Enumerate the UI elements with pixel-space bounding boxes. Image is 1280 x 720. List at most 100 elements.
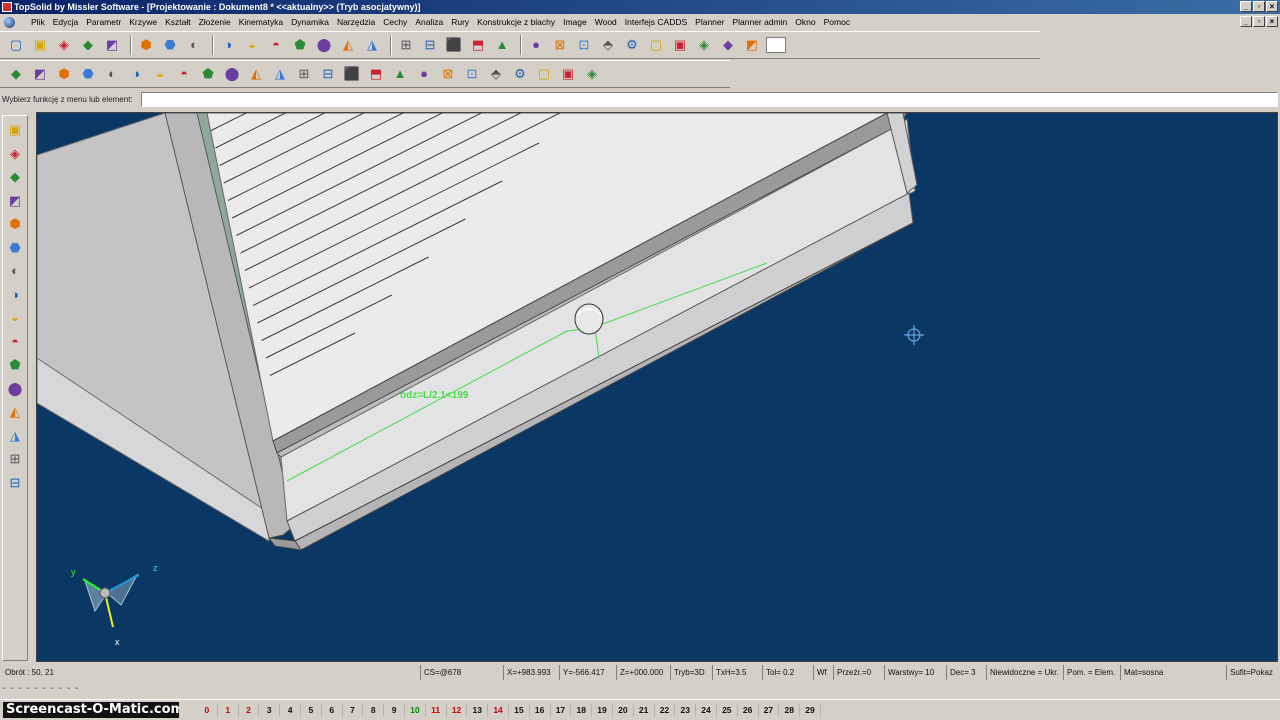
layer-button[interactable]: 26 [738, 703, 759, 717]
menu-kinematyka[interactable]: Kinematyka [235, 14, 287, 30]
layer-button[interactable]: 10 [405, 703, 426, 717]
layer-button[interactable]: 27 [759, 703, 780, 717]
zoom-icon[interactable]: ● [526, 35, 546, 55]
tool-b-icon[interactable]: ⬟ [290, 35, 310, 55]
material-icon[interactable]: ▣ [558, 64, 578, 84]
menu-analiza[interactable]: Analiza [411, 14, 447, 30]
layer-button[interactable]: 12 [447, 703, 468, 717]
shape-2-icon[interactable]: ◩ [30, 64, 50, 84]
shape-6-icon[interactable]: ◑ [126, 64, 146, 84]
shape-7-icon[interactable]: ◒ [150, 64, 170, 84]
layer-button[interactable]: 2 [239, 703, 260, 717]
layer-button[interactable]: 21 [634, 703, 655, 717]
layer-button[interactable]: 14 [488, 703, 509, 717]
layer-b-icon[interactable]: ◈ [694, 35, 714, 55]
column-icon[interactable]: ⊞ [5, 449, 25, 469]
menu-cechy[interactable]: Cechy [379, 14, 411, 30]
shape-12-icon[interactable]: ◮ [270, 64, 290, 84]
info-icon[interactable]: ◆ [78, 35, 98, 55]
layer-button[interactable]: 16 [530, 703, 551, 717]
menu-planner-admin[interactable]: Planner admin [728, 14, 791, 30]
tool-a-icon[interactable]: ◓ [266, 35, 286, 55]
paint-icon[interactable]: ⬢ [5, 214, 25, 234]
pencil-icon[interactable]: ▣ [5, 120, 25, 140]
cone-icon[interactable]: ⊡ [462, 64, 482, 84]
undo-icon[interactable]: ⬣ [160, 35, 180, 55]
part-icon[interactable]: ◓ [5, 332, 25, 352]
menu-kszta-t[interactable]: Kształt [161, 14, 195, 30]
menu-interfejs-cadds[interactable]: Interfejs CADDS [621, 14, 691, 30]
sphere-icon[interactable]: ⬘ [486, 64, 506, 84]
layer-button[interactable]: 29 [800, 703, 821, 717]
cylinder-icon[interactable]: ⊠ [438, 64, 458, 84]
layer-button[interactable]: 25 [717, 703, 738, 717]
render-icon[interactable]: ▢ [646, 35, 666, 55]
shape-14-icon[interactable]: ⊟ [318, 64, 338, 84]
open-folder-icon[interactable]: ▣ [30, 35, 50, 55]
doc-restore-button[interactable]: ▫ [1253, 16, 1265, 27]
delete-icon[interactable]: ⬢ [136, 35, 156, 55]
color-icon[interactable]: ⬤ [5, 379, 25, 399]
shape-17-icon[interactable]: ▲ [390, 64, 410, 84]
menu-z-o-enie[interactable]: Złożenie [195, 14, 235, 30]
layer-a-icon[interactable]: ▣ [670, 35, 690, 55]
shape-icon[interactable]: ◩ [5, 191, 25, 211]
document-globe-icon[interactable] [4, 16, 15, 28]
ruler-icon[interactable]: ⬟ [5, 355, 25, 375]
title-bar[interactable]: TopSolid by Missler Software - [Projekto… [0, 0, 1280, 14]
shape-13-icon[interactable]: ⊞ [294, 64, 314, 84]
axis-triad[interactable]: y z x [71, 563, 158, 647]
sphere-icon[interactable]: ◭ [5, 402, 25, 422]
shape-1-icon[interactable]: ◆ [6, 64, 26, 84]
pointer-icon[interactable]: ⊞ [396, 35, 416, 55]
shape-3-icon[interactable]: ⬢ [54, 64, 74, 84]
layer-button[interactable]: 7 [343, 703, 364, 717]
cube-icon[interactable]: ● [414, 64, 434, 84]
3d-scene[interactable]: odz=L/2.1<199 y z x [37, 113, 1278, 662]
circle-icon[interactable]: ⬣ [5, 238, 25, 258]
layer-c-icon[interactable]: ◆ [718, 35, 738, 55]
shape-10-icon[interactable]: ⬤ [222, 64, 242, 84]
shape-11-icon[interactable]: ◭ [246, 64, 266, 84]
layer-button[interactable]: 23 [675, 703, 697, 717]
menu-dynamika[interactable]: Dynamika [287, 14, 333, 30]
fit-icon[interactable]: ⊠ [550, 35, 570, 55]
menu-krzywe[interactable]: Krzywe [125, 14, 161, 30]
minimize-button[interactable]: _ [1240, 1, 1252, 12]
erase-icon[interactable]: ◐ [184, 35, 204, 55]
menu-image[interactable]: Image [559, 14, 591, 30]
command-input[interactable] [141, 92, 1278, 107]
layer-button[interactable]: 5 [301, 703, 322, 717]
column-icon[interactable]: ⬛ [444, 35, 464, 55]
layer-button[interactable]: 15 [509, 703, 530, 717]
wave-icon[interactable]: ▲ [492, 35, 512, 55]
shape-4-icon[interactable]: ⬣ [78, 64, 98, 84]
measure-icon[interactable]: ◮ [362, 35, 382, 55]
layer-button[interactable]: 20 [613, 703, 634, 717]
layer-d-icon[interactable]: ◩ [742, 35, 762, 55]
options-icon[interactable]: ◈ [582, 64, 602, 84]
solid-icon[interactable]: ◆ [5, 167, 25, 187]
move-icon[interactable]: ⊡ [574, 35, 594, 55]
menu-wood[interactable]: Wood [591, 14, 621, 30]
view-cube-icon[interactable]: ⚙ [622, 35, 642, 55]
view-icon[interactable]: ◒ [242, 35, 262, 55]
save-icon[interactable]: ◈ [54, 35, 74, 55]
shape-16-icon[interactable]: ⬒ [366, 64, 386, 84]
box-icon[interactable]: ◮ [5, 426, 25, 446]
surface-icon[interactable]: ◒ [5, 308, 25, 328]
menu-parametr[interactable]: Parametr [82, 14, 125, 30]
doc-close-button[interactable]: × [1266, 16, 1278, 27]
component-icon[interactable]: ⊟ [5, 473, 25, 493]
rotate-icon[interactable]: ⬘ [598, 35, 618, 55]
bend-icon[interactable]: ⬒ [468, 35, 488, 55]
print-icon[interactable]: ◩ [102, 35, 122, 55]
curve-icon[interactable]: ◈ [5, 144, 25, 164]
doc-minimize-button[interactable]: _ [1240, 16, 1252, 27]
shape-9-icon[interactable]: ⬟ [198, 64, 218, 84]
layer-button[interactable]: 19 [592, 703, 613, 717]
menu-planner[interactable]: Planner [691, 14, 728, 30]
layer-button[interactable]: 11 [426, 703, 447, 717]
layer-button[interactable]: 28 [779, 703, 801, 717]
layer-button[interactable]: 18 [571, 703, 593, 717]
